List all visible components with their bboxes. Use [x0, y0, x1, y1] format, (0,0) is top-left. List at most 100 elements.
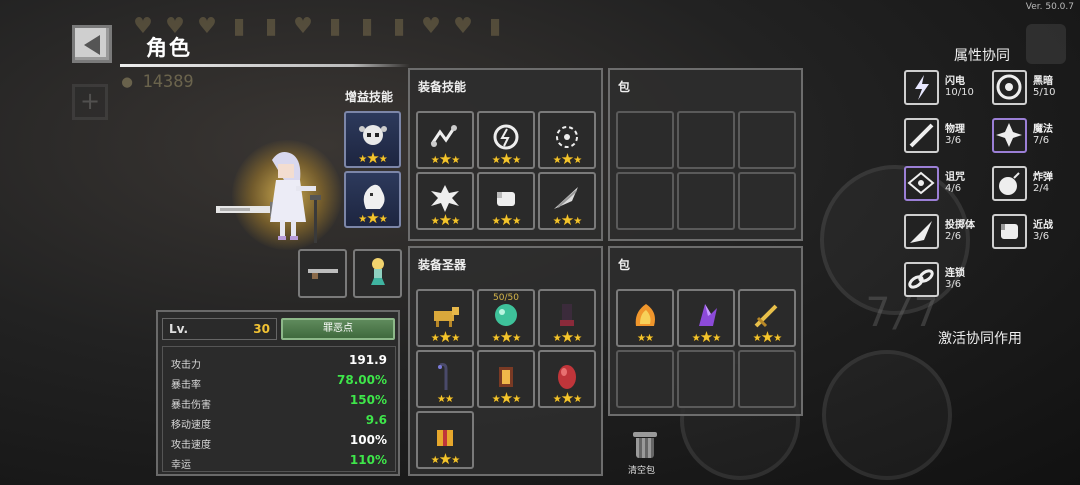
- ghost-flame-icon: [356, 181, 390, 211]
- synergy-item[interactable]: 炸弹 2/4: [992, 166, 1076, 202]
- stat-row: 幸运 110%: [171, 453, 387, 471]
- star-rating: ★★★: [552, 211, 582, 229]
- synergy-count: 7/6: [1033, 135, 1050, 146]
- stat-value: 100%: [349, 433, 387, 447]
- skill-bag-slot[interactable]: [616, 172, 674, 230]
- chain-lightning-icon: [428, 122, 462, 152]
- equipped-relic-slot[interactable]: ★★★: [477, 350, 535, 408]
- equipped-relic-slot[interactable]: ★★★: [538, 289, 596, 347]
- skill-bag-slot[interactable]: [677, 172, 735, 230]
- clear-bag-button[interactable]: [633, 432, 657, 458]
- synergy-item[interactable]: 黑暗 5/10: [992, 70, 1076, 106]
- lantern-icon: [489, 361, 523, 391]
- version-label: Ver. 50.0.7: [1025, 2, 1074, 12]
- star-rating: ★★★: [491, 150, 521, 168]
- synergy-name: 物理: [945, 124, 965, 135]
- stat-name: 移动速度: [171, 420, 211, 431]
- red-egg-icon: [550, 361, 584, 391]
- relic-bag-slot[interactable]: [738, 350, 796, 408]
- skill-bag-slot[interactable]: [677, 111, 735, 169]
- synergy-count: 4/6: [945, 183, 962, 194]
- stat-row: 攻击速度 100%: [171, 433, 387, 451]
- back-button[interactable]: [72, 25, 112, 63]
- background-pause-button: [1026, 24, 1066, 64]
- sword-slash-icon: [904, 118, 939, 153]
- character-sprite: [214, 150, 354, 245]
- synergy-item[interactable]: 物理 3/6: [904, 118, 988, 154]
- equipped-relic-slot[interactable]: ★★★: [416, 411, 474, 469]
- explosion-icon: [428, 183, 462, 213]
- stat-list: 攻击力 191.9 暴击率 78.00% 暴击伤害 150% 移动速度 9.6 攻击速度 100%…: [162, 346, 396, 472]
- heart-icon: ♥: [293, 14, 313, 39]
- equipped-relic-slot[interactable]: ★★★ 50/50: [477, 289, 535, 347]
- relic-bag-slot[interactable]: ★★: [616, 289, 674, 347]
- equipped-skill-slot[interactable]: ★★★: [538, 172, 596, 230]
- relic-bag-slot[interactable]: [616, 350, 674, 408]
- relic-bag-slot[interactable]: ★★★: [677, 289, 735, 347]
- dark-orb-icon: [992, 70, 1027, 105]
- star-rating: ★★★: [552, 389, 582, 407]
- feather-blade-icon: [550, 183, 584, 213]
- background-attack-button: [822, 350, 952, 480]
- storm-orb-icon: [489, 122, 523, 152]
- gain-skills-label: 增益技能: [345, 90, 394, 104]
- relic-bag-slot[interactable]: ★★★: [738, 289, 796, 347]
- equipped-relic-slot[interactable]: ★★: [416, 350, 474, 408]
- gift-box-icon: [428, 422, 462, 452]
- background-plus-button: +: [72, 84, 108, 120]
- weapon-slot[interactable]: [353, 249, 402, 298]
- synergy-item[interactable]: 近战 3/6: [992, 214, 1076, 250]
- equipped-skill-slot[interactable]: ★★★: [477, 111, 535, 169]
- mermaid-pet-icon: [361, 256, 395, 286]
- equipped-relic-slot[interactable]: ★★★: [538, 350, 596, 408]
- star-rating: ★★★: [691, 328, 721, 346]
- background-gold-counter: ● 14389: [122, 72, 194, 92]
- stat-value: 110%: [349, 453, 387, 467]
- rifle-icon: [306, 256, 340, 286]
- stat-value: 9.6: [365, 413, 387, 427]
- trash-lid-icon: [633, 432, 657, 437]
- spark-burst-icon: [550, 122, 584, 152]
- star-rating: ★★★: [491, 211, 521, 229]
- synergy-item[interactable]: 魔法 7/6: [992, 118, 1076, 154]
- synergy-item[interactable]: 诅咒 4/6: [904, 166, 988, 202]
- equipped-skill-slot[interactable]: ★★★: [538, 111, 596, 169]
- character-stats-panel: Lv. 30 罪恶点 攻击力 191.9 暴击率 78.00% 暴击伤害 150% 移动速度…: [156, 310, 400, 476]
- equipped-relic-slot[interactable]: ★★★: [416, 289, 474, 347]
- synergy-item[interactable]: 连锁 3/6: [904, 262, 988, 298]
- synergy-count: 5/10: [1033, 87, 1056, 98]
- star-rating: ★★★: [491, 328, 521, 346]
- gain-skill-slot[interactable]: ★★★: [344, 111, 401, 168]
- gain-skill-slot[interactable]: ★★★: [344, 171, 401, 228]
- skill-bag-slot[interactable]: [616, 111, 674, 169]
- golden-bull-icon: [428, 300, 462, 330]
- equipped-skill-slot[interactable]: ★★★: [416, 111, 474, 169]
- back-arrow-icon: [84, 35, 100, 55]
- crook-staff-icon: [428, 361, 462, 391]
- star-rating: ★★: [437, 394, 454, 405]
- equipped-skill-slot[interactable]: ★★★: [416, 172, 474, 230]
- skill-bag-title: 包: [618, 80, 631, 94]
- synergy-item[interactable]: 投掷体 2/6: [904, 214, 988, 250]
- shield-icon: ▮: [488, 14, 502, 39]
- flame-shell-icon: [628, 300, 662, 330]
- sin-points-button[interactable]: 罪恶点: [281, 318, 395, 340]
- synergy-count: 3/6: [945, 135, 962, 146]
- weapon-slot[interactable]: [298, 249, 347, 298]
- synergy-name: 近战: [1033, 220, 1053, 231]
- shield-icon: ▮: [360, 14, 374, 39]
- curse-eye-icon: [904, 166, 939, 201]
- synergy-name: 闪电: [945, 76, 965, 87]
- dark-gauntlet-icon: [550, 300, 584, 330]
- relic-bag-slot[interactable]: [677, 350, 735, 408]
- synergy-name: 魔法: [1033, 124, 1053, 135]
- star-rating: ★★★: [430, 211, 460, 229]
- shield-icon: ▮: [392, 14, 406, 39]
- skill-bag-slot[interactable]: [738, 111, 796, 169]
- synergy-name: 诅咒: [945, 172, 965, 183]
- equipped-skill-slot[interactable]: ★★★: [477, 172, 535, 230]
- skill-bag-slot[interactable]: [738, 172, 796, 230]
- equip-skills-title: 装备技能: [418, 80, 467, 94]
- synergy-item[interactable]: 闪电 10/10: [904, 70, 988, 106]
- stat-name: 攻击速度: [171, 440, 211, 451]
